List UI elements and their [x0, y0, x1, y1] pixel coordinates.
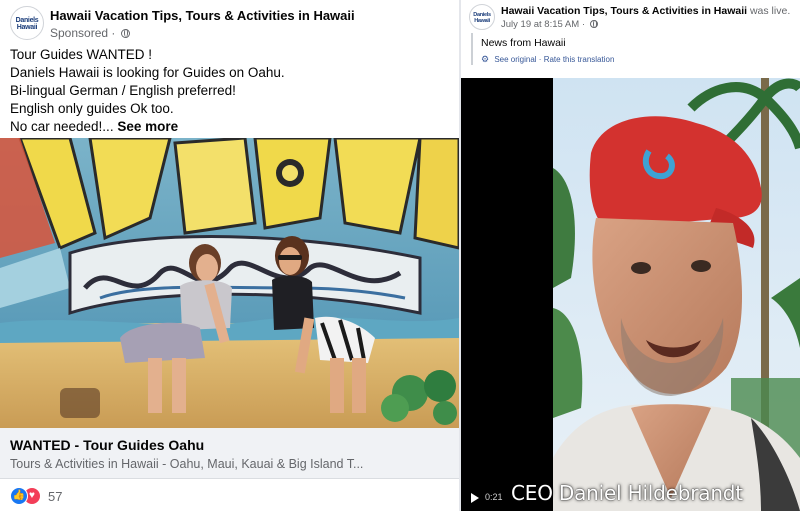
meta-separator: · — [581, 19, 585, 30]
see-more-link[interactable]: See more — [117, 119, 178, 134]
see-original-link[interactable]: See original — [494, 55, 536, 64]
video-frame — [461, 78, 800, 511]
link-description: Tours & Activities in Hawaii - Oahu, Mau… — [10, 457, 364, 471]
translation-bar: ⚙ See original · Rate this translation — [481, 54, 614, 65]
translate-separator: · — [538, 55, 542, 64]
avatar-text-bottom: Hawaii — [16, 24, 38, 31]
video-caption: CEO Daniel Hildebrandt — [511, 481, 743, 505]
post-meta: Sponsored · — [50, 26, 130, 40]
link-title[interactable]: WANTED - Tour Guides Oahu — [10, 437, 204, 453]
was-live-label: was live. — [749, 5, 791, 17]
post-meta: July 19 at 8:15 AM · — [501, 19, 598, 30]
post-text-line-last: No car needed!... See more — [10, 118, 450, 136]
globe-icon — [589, 20, 598, 28]
sponsored-label[interactable]: Sponsored — [50, 26, 108, 40]
post-text-line: Daniels Hawaii is looking for Guides on … — [10, 65, 285, 80]
page-avatar[interactable]: Daniels Hawaii — [10, 6, 44, 40]
sponsored-post: Daniels Hawaii Hawaii Vacation Tips, Tou… — [0, 0, 459, 511]
video-player[interactable]: 0:21 CEO Daniel Hildebrandt — [461, 78, 800, 511]
post-timestamp[interactable]: July 19 at 8:15 AM — [501, 19, 579, 30]
reaction-count[interactable]: 57 — [48, 489, 62, 504]
avatar-text-top: Daniels — [15, 17, 39, 24]
live-video-post: Daniels Hawaii Hawaii Vacation Tips, Tou… — [461, 0, 800, 511]
mural-photo — [0, 138, 459, 428]
avatar-text-bottom: Hawaii — [474, 18, 490, 24]
quote-bar — [471, 33, 473, 65]
gear-icon: ⚙ — [481, 54, 490, 64]
video-time: 0:21 — [485, 492, 503, 502]
post-photo[interactable] — [0, 138, 459, 428]
post-text: Tour Guides WANTED ! Daniels Hawaii is l… — [10, 46, 450, 136]
like-icon: 👍 — [10, 487, 28, 505]
post-text-line: English only guides Ok too. — [10, 101, 174, 116]
meta-separator: · — [111, 26, 116, 40]
page-name-link[interactable]: Hawaii Vacation Tips, Tours & Activities… — [50, 8, 355, 23]
globe-icon — [120, 29, 130, 38]
link-preview[interactable]: WANTED - Tour Guides Oahu Tours & Activi… — [0, 428, 459, 479]
page-name-link[interactable]: Hawaii Vacation Tips, Tours & Activities… — [501, 5, 747, 17]
post-header: Daniels Hawaii Hawaii Vacation Tips, Tou… — [0, 0, 459, 44]
rate-translation-link[interactable]: Rate this translation — [544, 55, 615, 64]
post-text-line: Bi-lingual German / English preferred! — [10, 83, 236, 98]
post-text-line: Tour Guides WANTED ! — [10, 47, 153, 62]
play-icon[interactable] — [471, 493, 479, 503]
post-title: Hawaii Vacation Tips, Tours & Activities… — [501, 5, 790, 17]
page-avatar[interactable]: Daniels Hawaii — [469, 4, 495, 30]
post-text: News from Hawaii — [481, 37, 566, 49]
post-text-line: No car needed!... — [10, 119, 114, 134]
post-header: Daniels Hawaii Hawaii Vacation Tips, Tou… — [461, 0, 800, 34]
